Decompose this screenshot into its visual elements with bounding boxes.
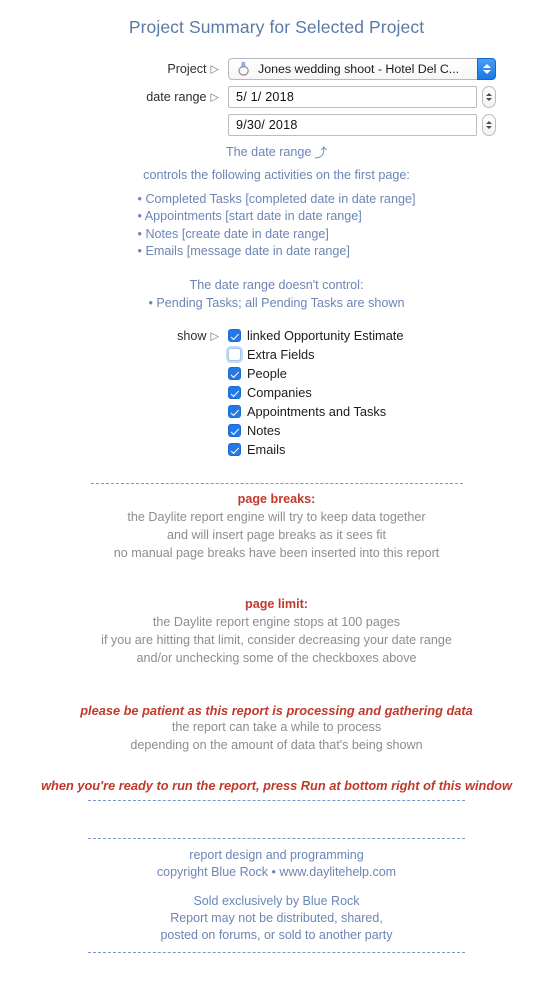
disclosure-triangle-icon: ▷	[210, 63, 219, 76]
show-row-2: People	[0, 366, 553, 381]
run-notice: when you're ready to run the report, pre…	[41, 778, 512, 794]
project-select-stepper[interactable]	[477, 58, 496, 80]
checkbox-extra-fields[interactable]	[228, 348, 241, 362]
list-item: • Notes [create date in date range]	[137, 226, 329, 241]
list-item: • Pending Tasks; all Pending Tasks are s…	[148, 295, 405, 310]
page-limit-line: if you are hitting that limit, consider …	[101, 633, 452, 648]
checkbox-notes[interactable]	[228, 424, 241, 438]
show-row-5: Notes	[0, 423, 553, 438]
show-row-1: Extra Fields	[0, 347, 553, 362]
show-label: show ▷	[0, 329, 228, 343]
list-item: • Completed Tasks [completed date in dat…	[137, 191, 416, 206]
footer-credits: report design and programming copyright …	[0, 847, 553, 882]
checkbox-label: Extra Fields	[247, 347, 315, 363]
run-notice-block: when you're ready to run the report, pre…	[0, 777, 553, 795]
checkbox-emails[interactable]	[228, 443, 241, 457]
date-range-start-wrap: 5/ 1/ 2018	[228, 86, 496, 108]
footer-line: Sold exclusively by Blue Rock	[193, 893, 360, 908]
project-select[interactable]: Jones wedding shoot - Hotel Del C...	[228, 58, 496, 80]
project-select-field[interactable]: Jones wedding shoot - Hotel Del C...	[228, 58, 477, 80]
list-item: • Appointments [start date in date range…	[137, 209, 362, 224]
date-range-label-text: date range	[146, 90, 207, 104]
page-breaks-line: the Daylite report engine will try to ke…	[127, 510, 426, 525]
checkbox-label: Companies	[247, 385, 312, 401]
chevron-down-icon	[486, 126, 492, 130]
processing-line: the report can take a while to process	[171, 720, 382, 735]
date-range-controls-line: controls the following activities on the…	[143, 168, 410, 183]
page-breaks-heading: page breaks:	[237, 492, 316, 507]
processing-block: please be patient as this report is proc…	[0, 702, 553, 755]
page-limit-block: page limit: the Daylite report engine st…	[0, 596, 553, 667]
page-limit-line: the Daylite report engine stops at 100 p…	[152, 615, 401, 630]
page-breaks-line: no manual page breaks have been inserted…	[113, 545, 440, 560]
footer-line: report design and programming	[189, 847, 364, 862]
checkbox-linked-opportunity-estimate[interactable]	[228, 329, 241, 343]
checkbox-label: Emails	[247, 442, 286, 458]
footer-license: Sold exclusively by Blue Rock Report may…	[0, 893, 553, 945]
date-range-end-stepper[interactable]	[482, 114, 496, 136]
processing-line: depending on the amount of data that's b…	[130, 738, 423, 753]
date-range-start-row: date range ▷ 5/ 1/ 2018	[0, 86, 553, 108]
date-range-info: The date range ⤴ controls the following a…	[0, 144, 553, 312]
checkbox-label: Appointments and Tasks	[247, 404, 387, 420]
processing-notice: please be patient as this report is proc…	[80, 702, 473, 718]
list-item: • Emails [message date in date range]	[137, 244, 350, 259]
date-range-end-input[interactable]: 9/30/ 2018	[228, 114, 477, 136]
chevron-down-icon	[486, 98, 492, 102]
divider-footer-bottom	[88, 951, 465, 954]
arrow-up-right-icon: ⤴	[314, 146, 327, 160]
project-label-text: Project	[167, 62, 207, 76]
page-limit-heading: page limit:	[245, 597, 308, 612]
date-range-start-input[interactable]: 5/ 1/ 2018	[228, 86, 477, 108]
date-range-label: date range ▷	[0, 90, 228, 104]
page-breaks-block: page breaks: the Daylite report engine w…	[0, 491, 553, 562]
checkbox-label: linked Opportunity Estimate	[247, 328, 404, 344]
checkbox-label: Notes	[247, 423, 281, 439]
chevron-up-icon	[482, 64, 491, 68]
date-range-info-heading: The date range ⤴	[0, 144, 553, 161]
footer-line: copyright Blue Rock • www.daylitehelp.co…	[156, 865, 397, 880]
not-controlled-list: • Pending Tasks; all Pending Tasks are s…	[0, 295, 553, 312]
disclosure-triangle-icon: ▷	[210, 91, 219, 104]
project-select-value: Jones wedding shoot - Hotel Del C...	[258, 62, 460, 76]
show-row-6: Emails	[0, 442, 553, 457]
divider-top	[90, 483, 463, 485]
page-title: Project Summary for Selected Project	[128, 17, 425, 37]
date-range-start-stepper[interactable]	[482, 86, 496, 108]
disclosure-triangle-icon: ▷	[210, 330, 219, 343]
controlled-items-list: • Completed Tasks [completed date in dat…	[138, 191, 416, 261]
show-label-text: show	[177, 328, 207, 343]
project-label: Project ▷	[0, 62, 228, 76]
not-controlled-heading: The date range doesn't control:	[189, 278, 364, 293]
date-range-end-wrap: 9/30/ 2018	[228, 114, 496, 136]
checkbox-people[interactable]	[228, 367, 241, 381]
chevron-up-icon	[486, 120, 492, 124]
chevron-down-icon	[482, 70, 491, 74]
date-range-info-heading-text: The date range	[225, 145, 312, 159]
page-limit-line: and/or unchecking some of the checkboxes…	[136, 650, 417, 665]
form-area: Project ▷ Jones wedding shoot - Hotel Del…	[0, 58, 553, 136]
show-row-0: show ▷ linked Opportunity Estimate	[0, 328, 553, 343]
checkbox-label: People	[247, 366, 287, 382]
checkbox-appointments-and-tasks[interactable]	[228, 405, 241, 419]
show-row-4: Appointments and Tasks	[0, 404, 553, 419]
chevron-up-icon	[486, 92, 492, 96]
page-breaks-line: and will insert page breaks as it sees f…	[166, 527, 387, 542]
footer-line: Report may not be distributed, shared,	[170, 911, 383, 926]
checkbox-companies[interactable]	[228, 386, 241, 400]
date-range-end-row: 9/30/ 2018	[0, 114, 553, 136]
project-row: Project ▷ Jones wedding shoot - Hotel Del…	[0, 58, 553, 80]
show-options-group: show ▷ linked Opportunity Estimate Extra …	[0, 328, 553, 457]
ring-icon	[238, 61, 249, 76]
show-row-3: Companies	[0, 385, 553, 400]
footer-line: posted on forums, or sold to another par…	[160, 928, 393, 943]
